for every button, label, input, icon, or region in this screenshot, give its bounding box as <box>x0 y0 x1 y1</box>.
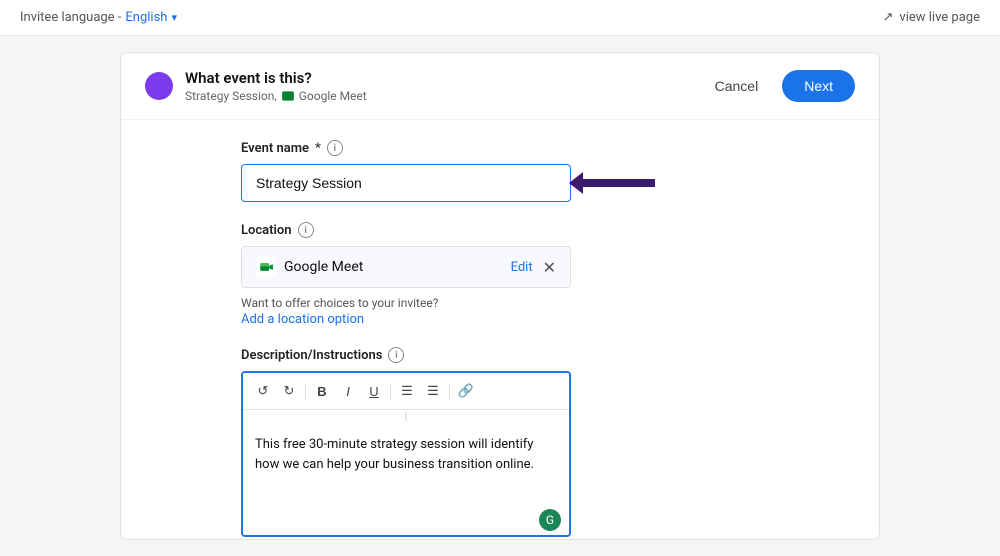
toolbar-separator-1 <box>305 383 306 399</box>
redo-button[interactable]: ↻ <box>277 379 301 403</box>
event-name-wrapper <box>241 164 779 202</box>
editor-footer: G <box>243 505 569 535</box>
language-link[interactable]: English <box>125 10 167 25</box>
editor-toolbar: ↺ ↻ B I U ☰ ☰ 🔗 <box>243 373 569 410</box>
google-meet-icon <box>256 257 276 277</box>
view-live-page-button[interactable]: ↗ view live page <box>883 10 980 25</box>
card-header-actions: Cancel Next <box>703 70 855 102</box>
language-label: Invitee language - <box>20 10 121 25</box>
add-location-link[interactable]: Add a location option <box>241 312 779 327</box>
event-name-info-icon[interactable]: i <box>327 140 343 156</box>
event-name-input[interactable] <box>241 164 571 202</box>
main-container: What event is this? Strategy Session, Go… <box>0 36 1000 556</box>
align-left-button[interactable]: ☰ <box>395 379 419 403</box>
location-remove-button[interactable]: ✕ <box>543 258 556 277</box>
location-edit-button[interactable]: Edit <box>511 260 533 275</box>
bold-button[interactable]: B <box>310 379 334 403</box>
location-box: Google Meet Edit ✕ <box>241 246 571 288</box>
location-section: Location i Google <box>241 222 779 327</box>
italic-button[interactable]: I <box>336 379 360 403</box>
link-button[interactable]: 🔗 <box>454 379 478 403</box>
gemini-icon[interactable]: G <box>539 509 561 531</box>
ordered-list-button[interactable]: ☰ <box>421 379 445 403</box>
location-info-icon[interactable]: i <box>298 222 314 238</box>
undo-button[interactable]: ↺ <box>251 379 275 403</box>
description-text: This free 30-minute strategy session wil… <box>255 437 534 472</box>
external-link-icon: ↗ <box>883 10 894 25</box>
language-selector[interactable]: Invitee language - English ▾ <box>20 10 177 25</box>
description-content[interactable]: This free 30-minute strategy session wil… <box>243 425 569 505</box>
next-button[interactable]: Next <box>782 70 855 102</box>
event-name-label: Event name * i <box>241 140 779 156</box>
location-name: Google Meet <box>284 259 363 275</box>
required-indicator: * <box>315 141 321 156</box>
card-body: Event name * i <box>121 120 879 540</box>
toolbar-separator-2 <box>390 383 391 399</box>
event-name-section: Event name * i <box>241 140 779 202</box>
subtitle-event: Strategy Session, <box>185 89 277 103</box>
top-bar: Invitee language - English ▾ ↗ view live… <box>0 0 1000 36</box>
arrow-icon <box>551 168 661 198</box>
resize-handle[interactable]: | <box>243 410 569 425</box>
card-header: What event is this? Strategy Session, Go… <box>121 53 879 120</box>
cancel-button[interactable]: Cancel <box>703 72 771 100</box>
card-subtitle: Strategy Session, Google Meet <box>185 89 367 103</box>
card-header-left: What event is this? Strategy Session, Go… <box>145 69 367 103</box>
arrow-annotation <box>551 168 661 198</box>
description-editor: ↺ ↻ B I U ☰ ☰ 🔗 | This free 30-m <box>241 371 571 537</box>
underline-button[interactable]: U <box>362 379 386 403</box>
chevron-down-icon[interactable]: ▾ <box>171 11 177 24</box>
subtitle-location: Google Meet <box>299 89 367 103</box>
card-title: What event is this? <box>185 69 367 87</box>
event-form-card: What event is this? Strategy Session, Go… <box>120 52 880 540</box>
event-type-icon <box>145 72 173 100</box>
location-hint: Want to offer choices to your invitee? <box>241 296 779 310</box>
toolbar-separator-3 <box>449 383 450 399</box>
google-meet-mini-icon <box>281 89 295 103</box>
location-label: Location i <box>241 222 779 238</box>
description-label: Description/Instructions i <box>241 347 779 363</box>
description-section: Description/Instructions i ↺ ↻ B I U ☰ ☰ <box>241 347 779 537</box>
description-info-icon[interactable]: i <box>388 347 404 363</box>
